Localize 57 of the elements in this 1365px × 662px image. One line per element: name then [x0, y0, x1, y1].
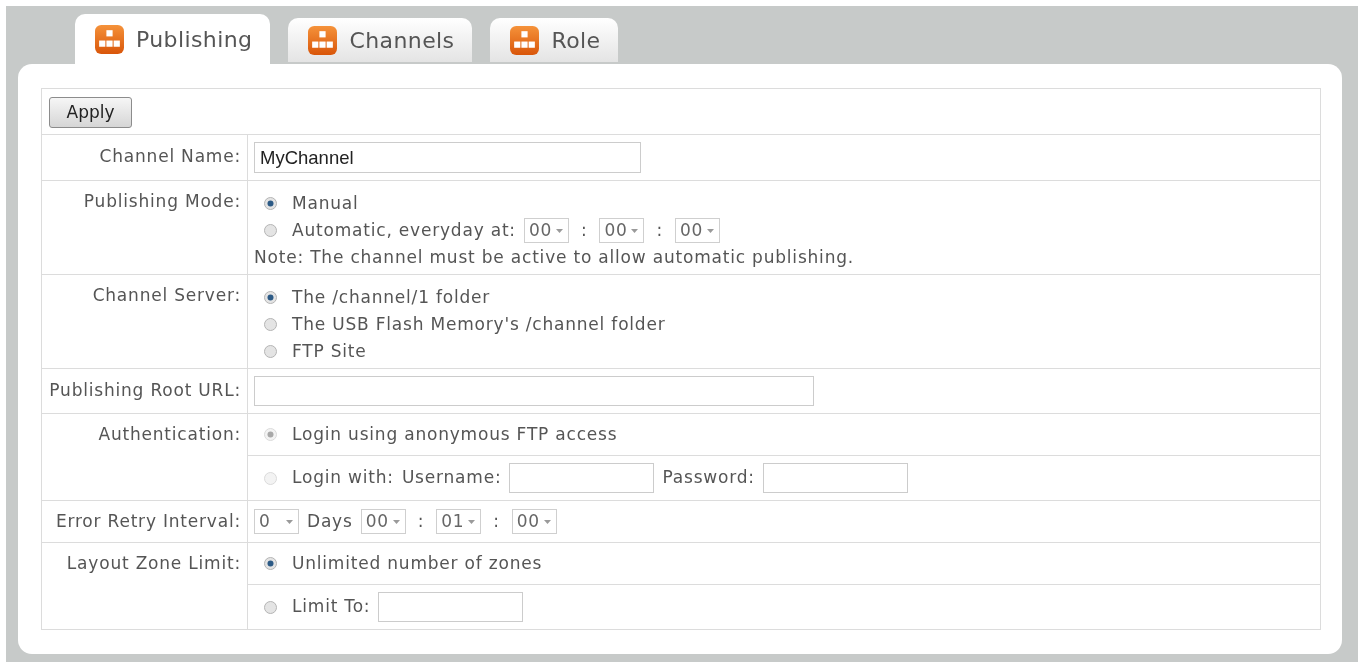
hierarchy-icon	[95, 24, 124, 54]
dropdown[interactable]: 0	[254, 509, 299, 534]
radio-button[interactable]	[264, 224, 277, 237]
field-label: Username:	[401, 466, 502, 490]
note-text: Note: The channel must be active to allow automatic publishing.	[254, 245, 854, 269]
option-label: Automatic, everyday at:	[292, 218, 516, 242]
radio-button[interactable]	[264, 345, 277, 358]
hierarchy-icon	[308, 25, 338, 55]
caret-icon	[543, 519, 551, 524]
option-label: The USB Flash Memory's /channel folder	[292, 312, 666, 336]
text-field[interactable]	[509, 463, 655, 493]
option-label: Limit To:	[292, 595, 371, 619]
field-label: Channel Server:	[92, 283, 241, 307]
field-label: Channel Name:	[99, 145, 241, 169]
dropdown[interactable]: 00	[360, 509, 406, 534]
tab[interactable]: Role	[490, 18, 619, 62]
radio-button[interactable]	[264, 557, 277, 570]
option-label: Login with:	[292, 466, 394, 490]
radio-button[interactable]	[264, 318, 277, 331]
field-label: Days	[307, 509, 353, 533]
radio-button[interactable]	[264, 291, 277, 304]
text-field[interactable]	[254, 376, 814, 406]
radio-button[interactable]	[264, 600, 277, 614]
option-label: FTP Site	[292, 339, 367, 363]
option-label: Unlimited number of zones	[292, 551, 543, 575]
field-label: Error Retry Interval:	[55, 509, 241, 533]
field-label: Password:	[662, 466, 755, 490]
time-separator: :	[416, 509, 426, 533]
text-field[interactable]	[378, 592, 524, 622]
time-separator: :	[492, 509, 501, 533]
tab[interactable]: Channels	[288, 18, 473, 62]
caret-icon	[286, 519, 293, 524]
time-separator: :	[579, 218, 589, 242]
option-label: Login using anonymous FTP access	[292, 422, 618, 446]
dropdown[interactable]: 00	[523, 218, 569, 243]
caret-icon	[631, 228, 639, 233]
dropdown[interactable]: 00	[511, 509, 557, 534]
tab[interactable]: Publishing	[75, 14, 271, 64]
dropdown[interactable]: 00	[674, 218, 720, 243]
apply-button[interactable]: Apply	[49, 97, 132, 128]
option-label: Manual	[292, 191, 359, 215]
field-label: Publishing Root URL:	[49, 379, 241, 403]
text-field[interactable]: MyChannel	[254, 142, 641, 173]
caret-icon	[706, 228, 714, 233]
radio-button[interactable]	[264, 197, 277, 210]
hierarchy-icon	[510, 25, 540, 55]
text-field[interactable]	[762, 463, 908, 493]
option-label: The /channel/1 folder	[292, 285, 491, 309]
dropdown[interactable]: 01	[436, 509, 482, 534]
time-separator: :	[655, 218, 664, 242]
caret-icon	[392, 519, 400, 524]
field-label: Authentication:	[98, 422, 241, 446]
caret-icon	[555, 228, 563, 233]
dropdown[interactable]: 00	[599, 218, 645, 243]
field-label: Publishing Mode:	[83, 189, 241, 213]
caret-icon	[468, 519, 476, 524]
field-label: Layout Zone Limit:	[66, 551, 241, 575]
